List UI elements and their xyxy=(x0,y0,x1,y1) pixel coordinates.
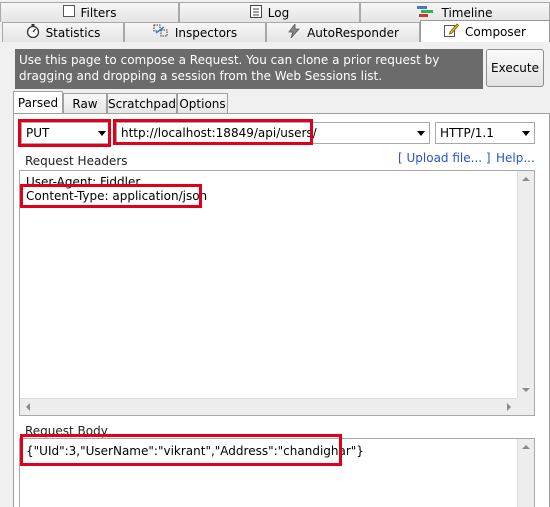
stopwatch-icon xyxy=(26,24,40,41)
scroll-left-icon[interactable] xyxy=(26,403,30,411)
composer-icon xyxy=(444,23,460,40)
tab-parsed[interactable]: Parsed xyxy=(13,91,63,114)
upload-file-link[interactable]: [ Upload file... ] xyxy=(398,151,491,165)
headers-vertical-scrollbar[interactable] xyxy=(517,171,534,398)
tab-composer[interactable]: Composer xyxy=(420,20,550,42)
tab-statistics-label: Statistics xyxy=(45,25,101,40)
tab-inspectors-label: Inspectors xyxy=(174,25,238,40)
tab-autoresponder[interactable]: AutoResponder xyxy=(266,22,420,42)
tab-options[interactable]: Options xyxy=(177,93,228,113)
tab-raw[interactable]: Raw xyxy=(63,93,107,113)
timeline-icon xyxy=(417,5,435,20)
url-highlight xyxy=(113,119,313,145)
tab-filters-label: Filters xyxy=(80,5,117,20)
method-highlight xyxy=(18,119,111,147)
tab-timeline[interactable]: Timeline xyxy=(360,2,550,22)
request-headers-label: Request Headers xyxy=(25,154,128,168)
top-tab-row: Filters Log Timeline xyxy=(0,2,550,22)
scroll-down-icon[interactable] xyxy=(522,388,530,392)
scroll-up-icon[interactable] xyxy=(522,445,530,449)
request-body-highlight xyxy=(20,434,342,466)
tab-inspectors[interactable]: Inspectors xyxy=(124,22,266,42)
tab-scratchpad[interactable]: Scratchpad xyxy=(107,93,177,113)
main-tab-row: Statistics Inspectors AutoResponder Comp… xyxy=(0,20,550,42)
log-icon xyxy=(249,4,262,21)
chevron-down-icon xyxy=(522,131,530,136)
chevron-down-icon xyxy=(417,131,425,136)
inspectors-icon xyxy=(153,24,169,41)
tab-log-label: Log xyxy=(267,5,290,20)
checkbox-icon xyxy=(62,5,75,20)
http-version-value: HTTP/1.1 xyxy=(440,126,494,140)
tab-timeline-label: Timeline xyxy=(441,5,493,20)
tab-composer-label: Composer xyxy=(465,24,526,39)
tab-statistics[interactable]: Statistics xyxy=(2,22,124,42)
scrollbar-corner xyxy=(517,398,534,415)
execute-button[interactable]: Execute xyxy=(486,49,544,87)
help-link[interactable]: Help... xyxy=(496,151,535,165)
autoresponder-icon xyxy=(287,22,301,41)
tab-autoresponder-label: AutoResponder xyxy=(307,25,399,40)
body-vertical-scrollbar[interactable] xyxy=(517,439,534,507)
composer-info-banner: Use this page to compose a Request. You … xyxy=(15,49,483,89)
http-version-dropdown[interactable]: HTTP/1.1 xyxy=(435,122,535,144)
tab-filters[interactable]: Filters xyxy=(0,2,179,22)
scroll-right-icon[interactable] xyxy=(507,403,511,411)
scroll-up-icon[interactable] xyxy=(522,177,530,181)
content-type-highlight xyxy=(20,184,202,208)
tab-log[interactable]: Log xyxy=(179,2,360,22)
headers-horizontal-scrollbar[interactable] xyxy=(20,398,517,415)
